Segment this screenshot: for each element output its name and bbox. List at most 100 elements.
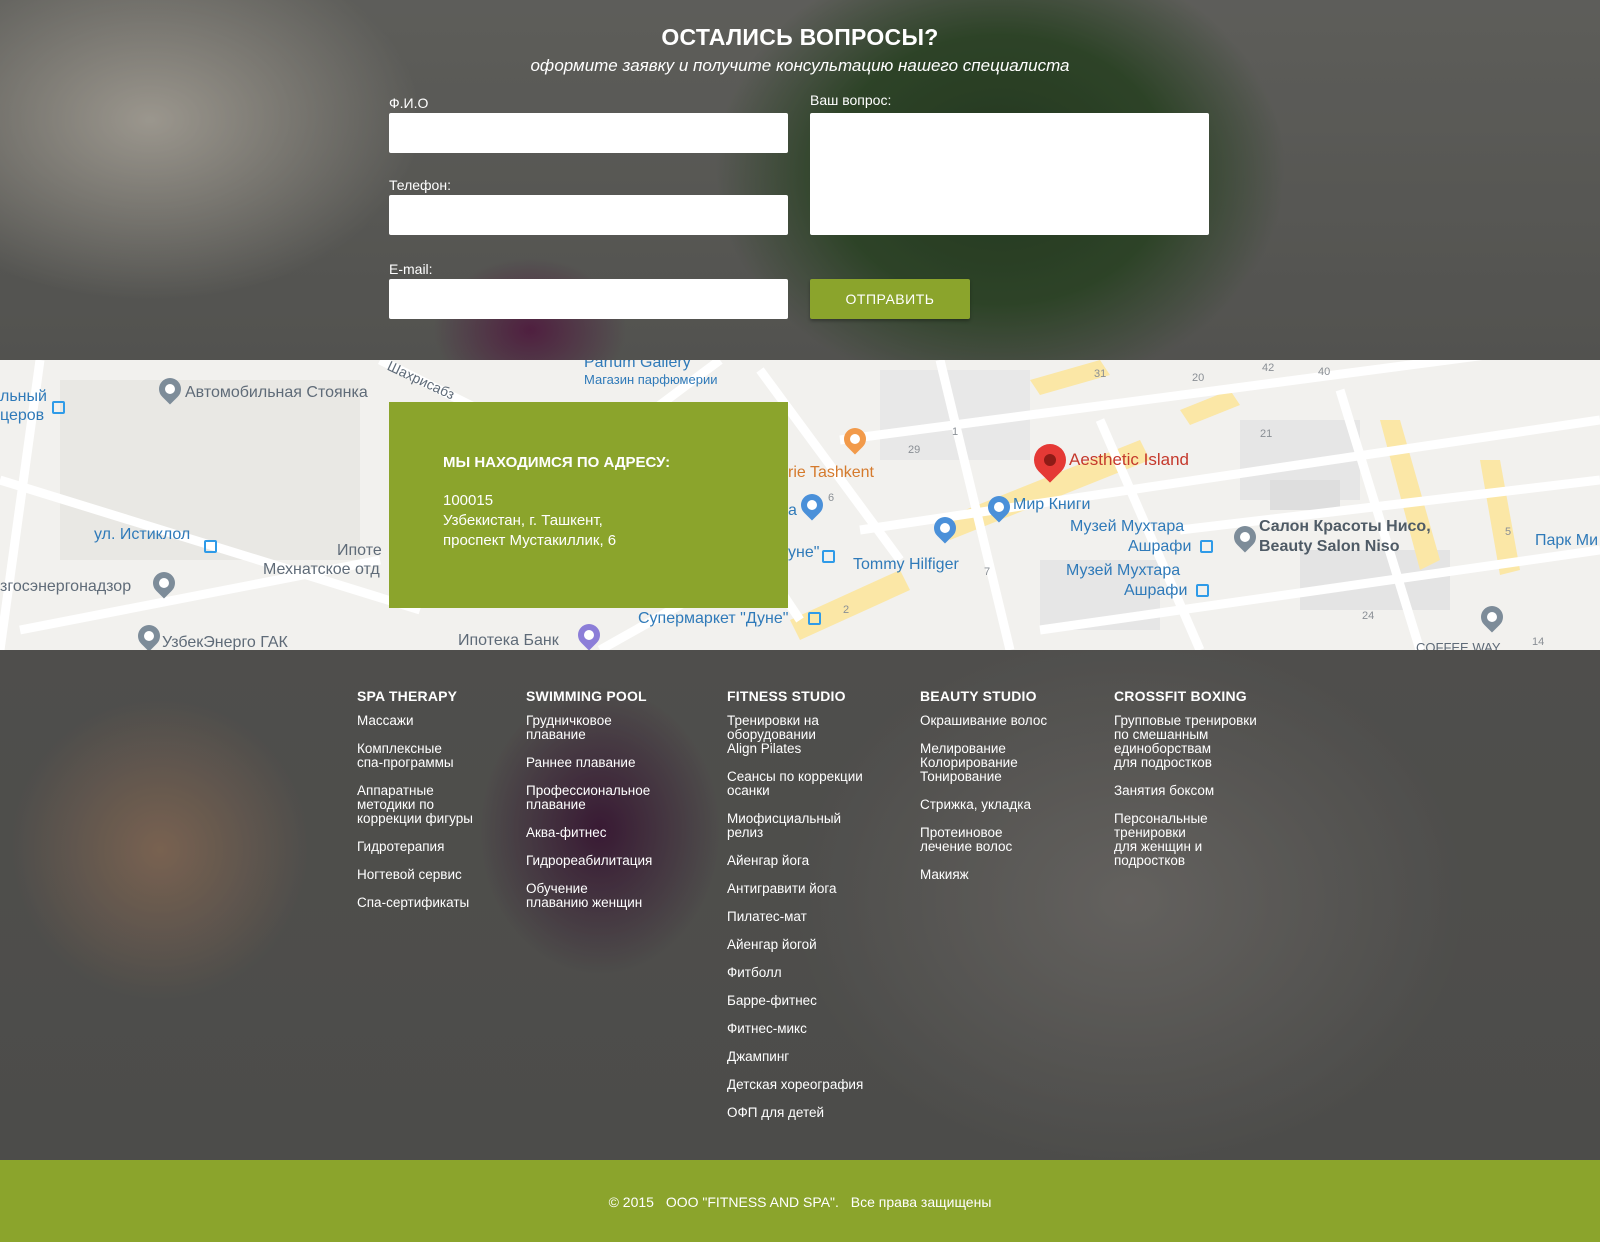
map-label-park: Парк Ми — [1535, 532, 1599, 549]
map-label-tommy: Tommy Hilfiger — [853, 556, 959, 573]
house-number: 21 — [1260, 428, 1273, 440]
map-label-ipoteka: Ипотека Банк — [458, 632, 559, 649]
map[interactable]: Автомобильная Стоянка Шахрисабз Parfum G… — [0, 360, 1600, 650]
footer-link[interactable]: Айенгар йогой — [727, 938, 863, 952]
map-label-mehnat: Мехнатское отд — [263, 561, 380, 578]
question-label: Ваш вопрос: — [810, 92, 892, 108]
footer-link[interactable]: Гидротерапия — [357, 840, 473, 854]
address-street: проспект Мустакиллик, 6 — [443, 532, 617, 549]
footer-link[interactable]: Обучение плаванию женщин — [526, 882, 652, 910]
contact-title: ОСТАЛИСЬ ВОПРОСЫ? — [661, 24, 939, 50]
copyright-rights: Все права защищены — [850, 1194, 992, 1210]
footer-link[interactable]: Занятия боксом — [1114, 784, 1257, 798]
transit-icon — [808, 612, 821, 625]
name-field[interactable] — [389, 113, 788, 153]
footer-link[interactable]: Групповые тренировки по смешанным единоб… — [1114, 714, 1257, 770]
column-links: Групповые тренировки по смешанным единоб… — [1114, 714, 1257, 868]
column-title: CROSSFIT BOXING — [1114, 688, 1247, 704]
footer-link[interactable]: Ногтевой сервис — [357, 868, 473, 882]
footer-column-fitness: FITNESS STUDIO Тренировки на оборудовани… — [727, 688, 863, 1134]
address-city: Узбекистан, г. Ташкент, — [443, 512, 603, 529]
footer-link[interactable]: Мелирование Колорирование Тонирование — [920, 742, 1047, 784]
footer-link[interactable]: Айенгар йога — [727, 854, 863, 868]
column-links: Грудничковое плавание Раннее плавание Проф… — [526, 714, 652, 910]
house-number: 20 — [1192, 372, 1205, 384]
footer-link[interactable]: Спа-сертификаты — [357, 896, 473, 910]
house-number: 2 — [843, 604, 850, 616]
question-field[interactable] — [810, 113, 1209, 235]
map-label-tashkent: rie Tashkent — [788, 464, 874, 481]
footer-column-beauty: BEAUTY STUDIO Окрашивание волос Мелирован… — [920, 688, 1047, 896]
footer-link[interactable]: Аква-фитнес — [526, 826, 652, 840]
footer-link[interactable]: Барре-фитнес — [727, 994, 863, 1008]
footer-link[interactable]: Комплексные спа-программы — [357, 742, 473, 770]
column-links: Массажи Комплексные спа-программы Аппаратн… — [357, 714, 473, 910]
map-label-muzey2b: Ашрафи — [1124, 582, 1188, 599]
column-title: SPA THERAPY — [357, 688, 458, 704]
house-number: 42 — [1262, 362, 1275, 374]
map-label-salon2: Beauty Salon Niso — [1259, 538, 1400, 555]
copyright: © 2015 ООО "FITNESS AND SPA". Все права … — [0, 1194, 1600, 1210]
copyright-company: ООО "FITNESS AND SPA". — [665, 1194, 839, 1210]
map-label-muzey1a: Музей Мухтара — [1070, 518, 1185, 535]
map-label-energo: згосэнергонадзор — [0, 578, 132, 595]
column-title: FITNESS STUDIO — [727, 688, 846, 704]
map-label-muzey2a: Музей Мухтара — [1066, 562, 1181, 579]
map-label-dune: уне" — [788, 544, 820, 561]
map-label-parfum-sub: Магазин парфюмерии — [584, 372, 718, 387]
address-postcode: 100015 — [443, 492, 494, 509]
footer-link[interactable]: Стрижка, укладка — [920, 798, 1047, 812]
footer-link[interactable]: Детская хореография — [727, 1078, 863, 1092]
footer-links: SPA THERAPY Массажи Комплексные спа-прогр… — [0, 650, 1600, 1160]
house-number: 31 — [1094, 368, 1107, 380]
footer-column-crossfit: CROSSFIT BOXING Групповые тренировки по … — [1114, 688, 1257, 882]
footer-link[interactable]: Пилатес-мат — [727, 910, 863, 924]
house-number: 24 — [1362, 610, 1375, 622]
map-label-uzbekenergo: УзбекЭнерго ГАК — [162, 634, 288, 650]
map-label-parfum: Parfum Gallery — [584, 360, 691, 371]
map-label-parking: Автомобильная Стоянка — [185, 384, 368, 401]
footer-link[interactable]: Тренировки на оборудовании Align Pilates — [727, 714, 863, 756]
footer-link[interactable]: Макияж — [920, 868, 1047, 882]
footer-link[interactable]: Профессиональное плавание — [526, 784, 652, 812]
address-title: МЫ НАХОДИМСЯ ПО АДРЕСУ: — [443, 454, 671, 471]
email-field[interactable] — [389, 279, 788, 319]
submit-button[interactable]: ОТПРАВИТЬ — [810, 279, 970, 319]
footer-link[interactable]: Протеиновое лечение волос — [920, 826, 1047, 854]
footer-link[interactable]: Массажи — [357, 714, 473, 728]
map-label-ipote: Ипоте — [337, 542, 382, 559]
footer-column-spa: SPA THERAPY Массажи Комплексные спа-прогр… — [357, 688, 473, 924]
transit-icon — [204, 540, 217, 553]
footer-link[interactable]: Фитнес-микс — [727, 1022, 863, 1036]
footer-link[interactable]: Антигравити йога — [727, 882, 863, 896]
contact-section: ОСТАЛИСЬ ВОПРОСЫ? оформите заявку и полу… — [0, 0, 1600, 360]
name-label: Ф.И.О — [389, 95, 429, 111]
map-label-a: a — [788, 502, 797, 519]
footer-link[interactable]: Джампинг — [727, 1050, 863, 1064]
contact-subtitle: оформите заявку и получите консультацию … — [530, 56, 1070, 75]
copyright-year: © 2015 — [608, 1194, 654, 1210]
footer-link[interactable]: Аппаратные методики по коррекции фигуры — [357, 784, 473, 826]
map-label-mir-knigi: Мир Книги — [1013, 496, 1091, 513]
footer-link[interactable]: Миофисциальный релиз — [727, 812, 863, 840]
footer-link[interactable]: Фитболл — [727, 966, 863, 980]
footer-link[interactable]: Гидрореабилитация — [526, 854, 652, 868]
bottom-bar: © 2015 ООО "FITNESS AND SPA". Все права … — [0, 1160, 1600, 1242]
footer-link[interactable]: Сеансы по коррекции осанки — [727, 770, 863, 798]
footer-link[interactable]: Окрашивание волос — [920, 714, 1047, 728]
map-label-aesthetic: Aesthetic Island — [1069, 450, 1190, 469]
transit-icon — [822, 550, 835, 563]
map-label-muzey1b: Ашрафи — [1128, 538, 1192, 555]
email-label: E-mail: — [389, 261, 433, 277]
house-number: 29 — [908, 444, 921, 456]
house-number: 6 — [828, 492, 835, 504]
phone-field[interactable] — [389, 195, 788, 235]
footer-link[interactable]: Персональные тренировки для женщин и под… — [1114, 812, 1257, 868]
house-number: 7 — [984, 566, 991, 578]
footer-link[interactable]: Раннее плавание — [526, 756, 652, 770]
footer-link[interactable]: ОФП для детей — [727, 1106, 863, 1120]
map-label-dune-super: Супермаркет "Дуне" — [638, 610, 789, 627]
footer-link[interactable]: Грудничковое плавание — [526, 714, 652, 742]
transit-icon — [1196, 584, 1209, 597]
transit-icon — [52, 401, 65, 414]
